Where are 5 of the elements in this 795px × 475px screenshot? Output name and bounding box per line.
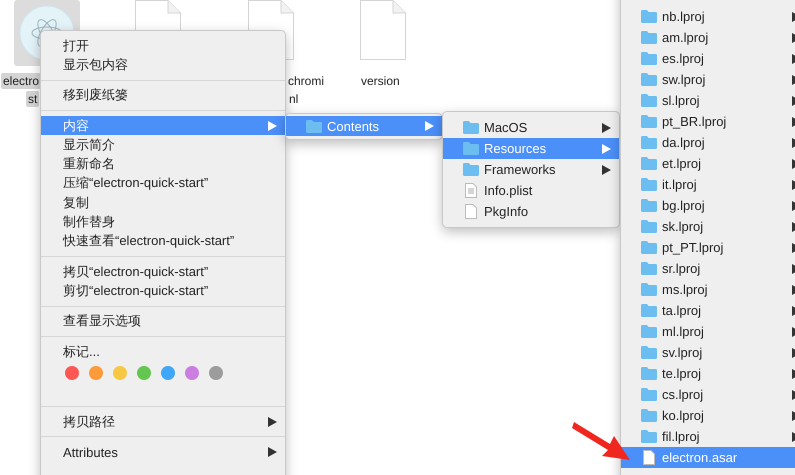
- file-label: version: [360, 73, 401, 89]
- file-label: st: [26, 91, 40, 107]
- file-label: nl: [288, 91, 300, 107]
- file-label: chromi: [287, 73, 326, 89]
- file-label: electro: [1, 73, 42, 89]
